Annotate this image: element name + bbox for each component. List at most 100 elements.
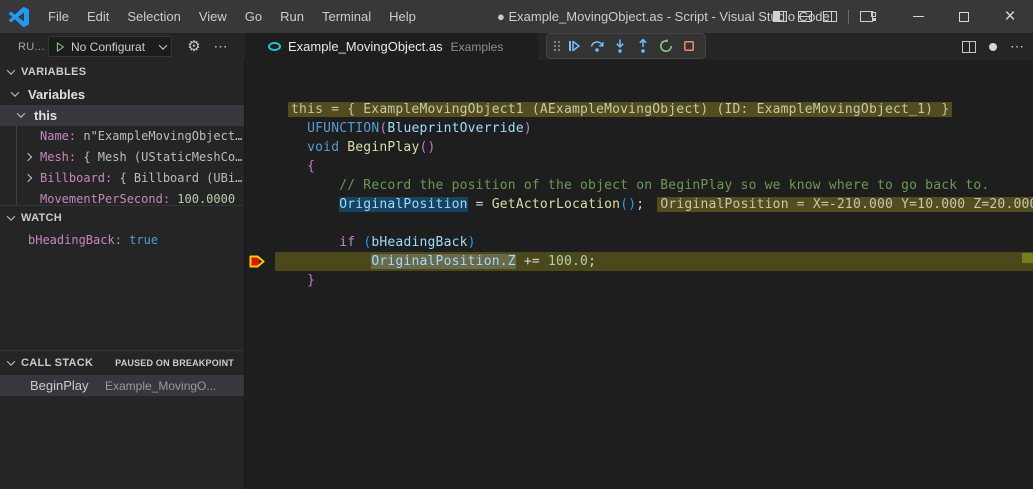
menu-view[interactable]: View [190,0,236,33]
variable-row[interactable]: Variables [0,84,244,105]
code-token: () [419,140,436,155]
call-stack-frame[interactable]: BeginPlay Example_MovingO... [0,375,244,396]
code-token: BeginPlay [347,140,420,155]
chevron-down-icon [6,357,16,366]
close-button[interactable]: × [987,0,1033,33]
variable-row[interactable]: Billboard: { Billboard (UBi… [0,168,244,189]
debug-config-label: No Configurat [71,39,146,54]
inline-debug-value: OriginalPosition = X=-210.000 Y=10.000 Z… [657,197,1033,212]
step-into-icon[interactable] [609,35,631,57]
watch-value: true [129,233,159,247]
overview-ruler-current-line-marker [1022,253,1033,263]
ellipsis-icon[interactable]: ⋯ [1010,38,1025,55]
code-token: // Record the position of the object on … [339,178,990,193]
ellipsis-icon[interactable]: ⋯ [211,36,231,56]
continue-icon[interactable] [563,35,585,57]
vscode-logo-icon [9,6,29,27]
paused-on-breakpoint-badge: PAUSED ON BREAKPOINT [115,358,234,368]
menu-run[interactable]: Run [271,0,313,33]
variable-value: { Mesh (UStaticMeshCo… [76,150,243,164]
variable-row[interactable]: Name: n"ExampleMovingObject… [0,126,244,147]
frame-location: Example_MovingO... [105,379,217,393]
watch-section: WATCH bHeadingBack: true [0,205,244,350]
code-token: void [307,140,340,155]
chevron-down-icon [6,66,16,75]
gripper-icon[interactable] [552,38,562,54]
tab-example-movingobject[interactable]: Example_MovingObject.as Examples [245,33,538,60]
code-area: this = { ExampleMovingObject1 (AExampleM… [275,100,1033,290]
toggle-sidebar-icon[interactable] [773,11,787,22]
variable-name: Mesh: [40,150,77,164]
menu-bar: File Edit Selection View Go Run Terminal… [39,0,425,33]
breakpoint-current-frame-icon[interactable] [248,253,267,270]
section-title: WATCH [21,212,63,224]
restart-icon[interactable] [655,35,677,57]
tab-file-name: Example_MovingObject.as [288,39,443,54]
chevron-right-icon [23,152,33,162]
variable-row[interactable]: Mesh: { Mesh (UStaticMeshCo… [0,147,244,168]
toggle-secondary-sidebar-icon[interactable] [823,11,837,22]
scope-label: this [34,108,58,123]
toggle-panel-icon[interactable] [798,11,812,22]
watch-name: bHeadingBack: [28,233,122,247]
call-stack-section-header[interactable]: CALL STACK PAUSED ON BREAKPOINT [0,351,244,375]
menu-help[interactable]: Help [380,0,425,33]
code-token: } [307,273,316,288]
code-line: } [275,271,1033,290]
code-line: if (bHeadingBack) [275,233,1033,252]
gear-icon[interactable]: ⚙ [184,36,204,56]
debug-config-dropdown[interactable]: No Configurat [48,36,172,57]
code-token: { [307,159,316,174]
chevron-right-icon [23,173,33,183]
indent-guide [16,189,17,205]
code-token: Z [507,254,516,269]
menu-terminal[interactable]: Terminal [313,0,380,33]
variable-row[interactable]: MovementPerSecond: 100.0000 [0,189,244,205]
code-token: OriginalPosition [371,254,500,269]
variable-row[interactable]: this [0,105,244,126]
dirty-dot-icon[interactable] [989,42,997,51]
menu-edit[interactable]: Edit [78,0,118,33]
run-and-debug-sidebar: VARIABLES Variables this Name: n"ExampleMo… [0,60,245,489]
menu-file[interactable]: File [39,0,78,33]
maximize-button[interactable] [941,0,987,33]
variables-rows: Variables this Name: n"ExampleMovingObject… [0,84,244,205]
watch-expression-row[interactable]: bHeadingBack: true [0,230,244,251]
variable-name: Billboard: [40,171,113,185]
variables-section-header[interactable]: VARIABLES [0,60,244,84]
code-line: UFUNCTION(BlueprintOverride) [275,119,1033,138]
code-token: if [339,235,356,250]
variable-name: MovementPerSecond: [40,192,171,205]
split-editor-icon[interactable] [962,40,976,53]
code-token: = [467,197,492,212]
code-token: BlueprintOverride [387,121,524,136]
stop-icon[interactable] [678,35,700,57]
customize-layout-icon[interactable] [860,11,876,22]
call-stack-section: CALL STACK PAUSED ON BREAKPOINT BeginPla… [0,350,244,489]
code-token: bHeadingBack [371,235,468,250]
step-out-icon[interactable] [632,35,654,57]
tab-folder-name: Examples [450,39,504,54]
menu-selection[interactable]: Selection [118,0,189,33]
code-token: ) [523,121,532,136]
variable-value: { Billboard (UBi… [112,171,243,185]
code-editor[interactable]: this = { ExampleMovingObject1 (AExampleM… [246,60,1033,489]
menu-go[interactable]: Go [236,0,271,33]
code-token: ) [467,235,476,250]
code-token: += [515,254,548,269]
variables-section: VARIABLES Variables this Name: n"ExampleMo… [0,60,244,205]
watch-section-header[interactable]: WATCH [0,206,244,230]
panel-title-abbrev: RU... [18,40,45,53]
minimize-button[interactable] [895,0,941,33]
section-title: CALL STACK [21,357,94,369]
code-token: UFUNCTION [307,121,380,136]
code-line: { [275,157,1033,176]
step-over-icon[interactable] [586,35,608,57]
chevron-down-icon [158,40,168,50]
